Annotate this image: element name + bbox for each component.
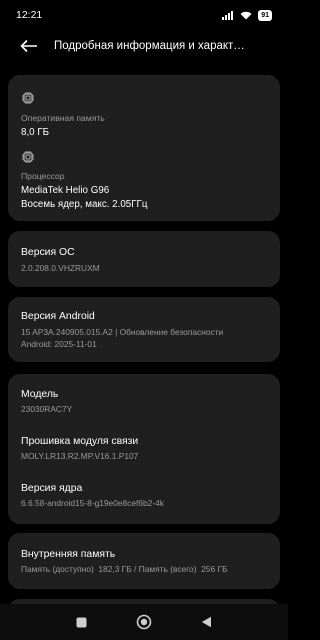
device-info-card: Модель 23030RAC7Y Прошивка модуля связи …	[8, 374, 280, 524]
hardware-card: Оперативная память 8,0 ГБ Процессор Medi…	[8, 75, 280, 221]
firmware-title: Прошивка модуля связи	[21, 436, 139, 447]
os-version-title: Версия ОС	[21, 247, 75, 258]
storage-card[interactable]: Внутренняя память Память (доступно) 182,…	[8, 533, 280, 589]
battery-indicator: 91	[258, 9, 272, 21]
kernel-title: Версия ядра	[21, 483, 83, 494]
status-bar: 12:21 91	[0, 0, 288, 30]
page-title: Подробная информация и характ…	[54, 40, 245, 52]
recents-button[interactable]	[69, 610, 93, 634]
chip-icon	[22, 151, 34, 163]
back-triangle-icon	[201, 616, 212, 628]
wifi-icon	[240, 11, 252, 19]
processor-name: MediaTek Helio G96	[21, 185, 110, 196]
android-version-card[interactable]: Версия Android 15 AP3A.240905.015.A2 | О…	[8, 297, 280, 362]
back-button[interactable]	[0, 30, 48, 62]
processor-label: Процессор	[21, 171, 65, 181]
home-button[interactable]	[132, 610, 156, 634]
storage-value: Память (доступно) 182,3 ГБ / Память (все…	[21, 564, 228, 574]
firmware-value: MOLY.LR13.R2.MP.V16.1.P107	[21, 451, 139, 461]
home-circle-icon	[136, 614, 152, 630]
android-version-line2: Android: 2025-11-01	[21, 339, 97, 349]
memory-value: 8,0 ГБ	[21, 127, 50, 138]
status-time: 12:21	[16, 9, 43, 21]
android-version-title: Версия Android	[21, 311, 95, 322]
memory-label: Оперативная память	[21, 113, 105, 123]
app-bar: Подробная информация и характ…	[0, 30, 288, 62]
status-icons: 91	[222, 9, 272, 21]
android-version-line1: 15 AP3A.240905.015.A2 | Обновление безоп…	[21, 327, 224, 337]
kernel-value: 6.6.58-android15-8-g19e0e8cef6b2-4k	[21, 498, 164, 508]
signal-icon	[222, 10, 234, 20]
processor-detail: Восемь ядер, макс. 2.05ГГц	[21, 199, 148, 210]
arrow-left-icon	[20, 39, 37, 53]
storage-title: Внутренняя память	[21, 549, 116, 560]
os-version-value: 2.0.208.0.VHZRUXM	[21, 263, 100, 273]
nav-back-button[interactable]	[195, 610, 219, 634]
model-value: 23030RAC7Y	[21, 404, 73, 414]
chip-icon	[22, 92, 34, 104]
os-version-card[interactable]: Версия ОС 2.0.208.0.VHZRUXM	[8, 231, 280, 287]
model-title: Модель	[21, 389, 59, 400]
recents-square-icon	[76, 617, 87, 627]
navigation-bar	[0, 604, 288, 640]
